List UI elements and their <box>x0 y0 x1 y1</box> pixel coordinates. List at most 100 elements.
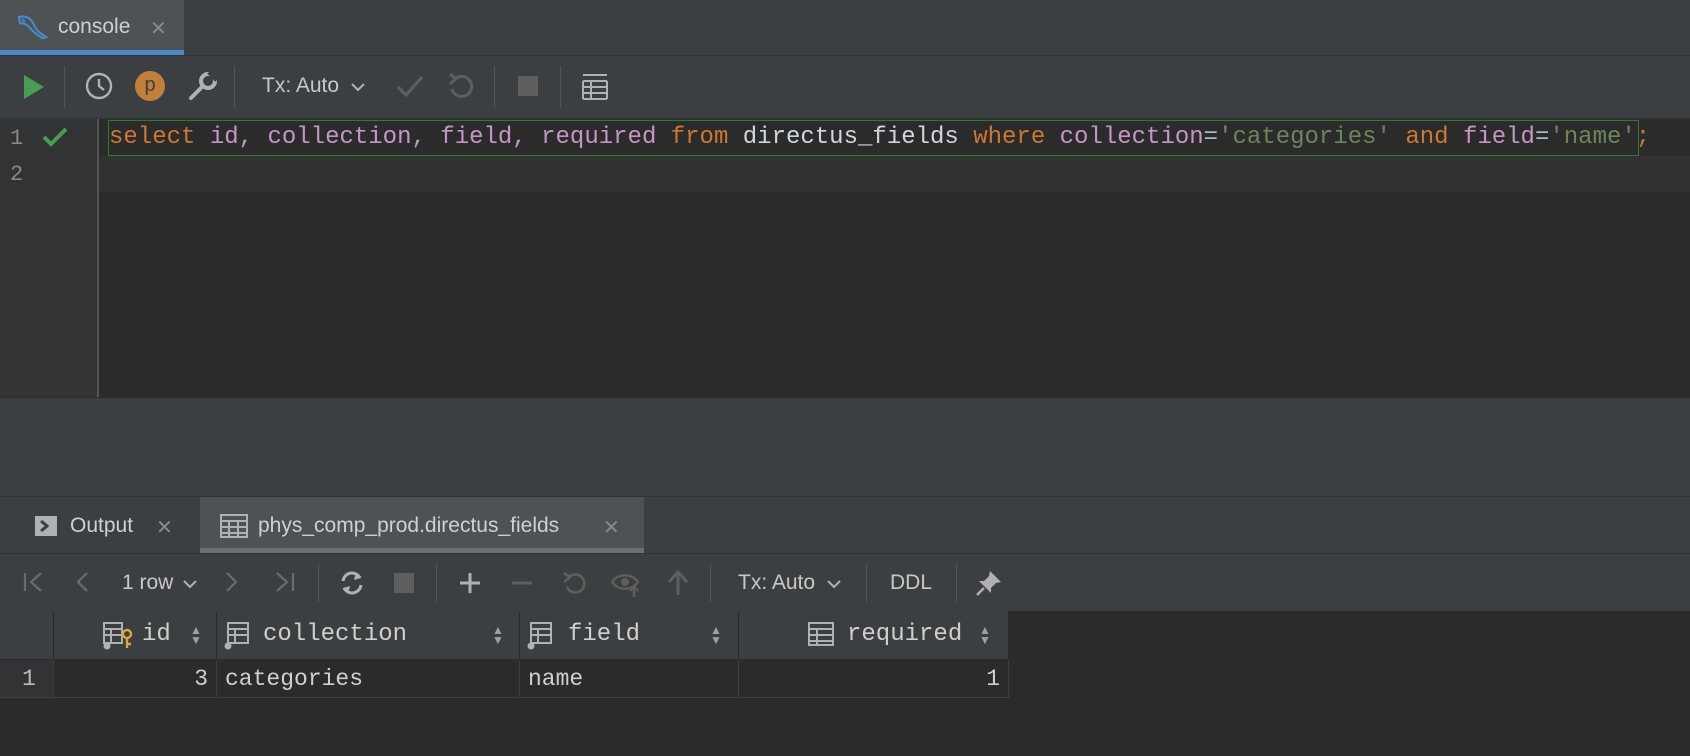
submit-icon[interactable] <box>666 569 690 597</box>
editor-status-bar <box>0 398 1690 444</box>
last-page-icon[interactable] <box>272 570 296 594</box>
cell-value: 1 <box>986 666 1000 692</box>
column-icon <box>807 622 835 648</box>
column-header-collection[interactable]: collection ▲ ▼ <box>217 611 520 660</box>
column-label: collection <box>263 621 408 648</box>
first-page-icon[interactable] <box>22 570 46 594</box>
toolbar-divider <box>436 564 437 602</box>
column-icon <box>223 622 251 650</box>
line-gutter: 1 2 <box>0 119 99 397</box>
sql-token: required <box>541 124 657 151</box>
pin-icon[interactable] <box>974 568 1004 598</box>
result-toolbar: 1 row Tx: Auto DDL <box>0 553 1690 612</box>
profile-icon[interactable]: p <box>135 71 165 101</box>
chevron-down-icon[interactable] <box>826 578 842 590</box>
active-tab-indicator <box>0 50 184 55</box>
rollback-icon[interactable] <box>447 71 475 101</box>
add-row-icon[interactable] <box>458 571 482 595</box>
sql-code[interactable]: select id, collection, field, required f… <box>109 124 1650 151</box>
tab-output[interactable]: Output <box>70 514 133 538</box>
preview-changes-icon[interactable] <box>610 570 642 598</box>
sql-token: field, <box>440 124 527 151</box>
result-grid: id ▲ ▼ collection ▲ ▼ field ▲ ▼ required ▲ ▼… <box>0 611 1690 756</box>
refresh-icon[interactable] <box>338 569 366 597</box>
sql-token: = <box>1534 124 1550 151</box>
column-header-required[interactable]: required ▲ ▼ <box>739 611 1009 660</box>
revert-icon[interactable] <box>562 570 588 596</box>
wrench-icon[interactable] <box>187 70 219 102</box>
close-tab-icon[interactable]: ✕ <box>150 16 167 41</box>
table-icon <box>220 514 248 538</box>
sql-editor[interactable]: 1 2 select id, collection, field, requir… <box>0 119 1690 397</box>
cell-value: 3 <box>194 666 208 692</box>
column-label: required <box>847 621 963 648</box>
toolbar-divider <box>318 564 319 602</box>
sql-token: 'categories' <box>1218 124 1391 151</box>
sql-token: from <box>670 124 729 151</box>
editor-tab-bar: console ✕ <box>0 0 1690 56</box>
prev-page-icon[interactable] <box>72 570 92 594</box>
sql-token: id, <box>209 124 254 151</box>
row-number[interactable]: 1 <box>0 660 54 698</box>
table-cell[interactable]: 3 <box>54 660 217 698</box>
primary-key-column-icon <box>102 622 134 650</box>
column-header-id[interactable]: id ▲ ▼ <box>54 611 217 660</box>
table-cell[interactable]: 1 <box>739 660 1009 698</box>
line-number: 2 <box>10 162 24 187</box>
ddl-button[interactable]: DDL <box>890 571 932 595</box>
sql-statement[interactable]: select id, collection, field, required f… <box>108 120 1650 156</box>
line-number: 1 <box>10 126 24 151</box>
close-output-icon[interactable]: ✕ <box>156 515 173 540</box>
tab-label: console <box>58 15 131 38</box>
stop-icon[interactable] <box>518 76 538 96</box>
panel-splitter[interactable] <box>0 444 1690 496</box>
next-page-icon[interactable] <box>222 570 242 594</box>
close-tab-icon[interactable]: ✕ <box>603 515 620 540</box>
stop-icon[interactable] <box>394 573 414 593</box>
output-console-icon <box>34 515 58 537</box>
chevron-down-icon[interactable] <box>350 81 366 93</box>
toolbar-divider <box>560 66 561 108</box>
sort-icon[interactable]: ▲ ▼ <box>492 624 504 646</box>
tx-mode-label[interactable]: Tx: Auto <box>262 74 339 98</box>
toolbar-divider <box>234 66 235 108</box>
delete-row-icon[interactable] <box>510 571 534 595</box>
sql-token: collection, <box>267 124 426 151</box>
table-cell[interactable]: name <box>520 660 739 698</box>
check-icon <box>42 126 68 148</box>
column-icon <box>526 622 554 650</box>
column-header-field[interactable]: field ▲ ▼ <box>520 611 739 660</box>
result-tab-bar: Output ✕ phys_comp_prod.directus_fields … <box>0 496 1690 553</box>
tab-directus-fields[interactable]: phys_comp_prod.directus_fields ✕ <box>200 497 644 553</box>
toolbar-divider <box>494 66 495 108</box>
mysql-dolphin-icon <box>16 13 50 41</box>
table-view-icon[interactable] <box>580 72 610 102</box>
sql-token: collection <box>1059 124 1204 151</box>
sql-token: where <box>973 124 1046 151</box>
tx-mode-label[interactable]: Tx: Auto <box>738 571 815 595</box>
sort-icon[interactable]: ▲ ▼ <box>979 624 991 646</box>
sql-token: ; <box>1635 124 1651 151</box>
table-cell[interactable]: categories <box>217 660 520 698</box>
sql-token: 'name' <box>1549 124 1636 151</box>
sql-token: = <box>1203 124 1219 151</box>
sql-token: field <box>1462 124 1535 151</box>
sort-icon[interactable]: ▲ ▼ <box>710 624 722 646</box>
history-icon[interactable] <box>84 71 114 101</box>
tab-console[interactable]: console ✕ <box>0 0 184 55</box>
cell-value: categories <box>225 666 364 692</box>
row-count-selector[interactable]: 1 row <box>122 571 173 595</box>
run-icon[interactable] <box>22 73 46 101</box>
row-number-label: 1 <box>22 666 36 692</box>
sql-token: and <box>1405 124 1449 151</box>
commit-icon[interactable] <box>396 73 424 99</box>
sort-icon[interactable]: ▲ ▼ <box>190 624 202 646</box>
chevron-down-icon[interactable] <box>182 578 198 590</box>
